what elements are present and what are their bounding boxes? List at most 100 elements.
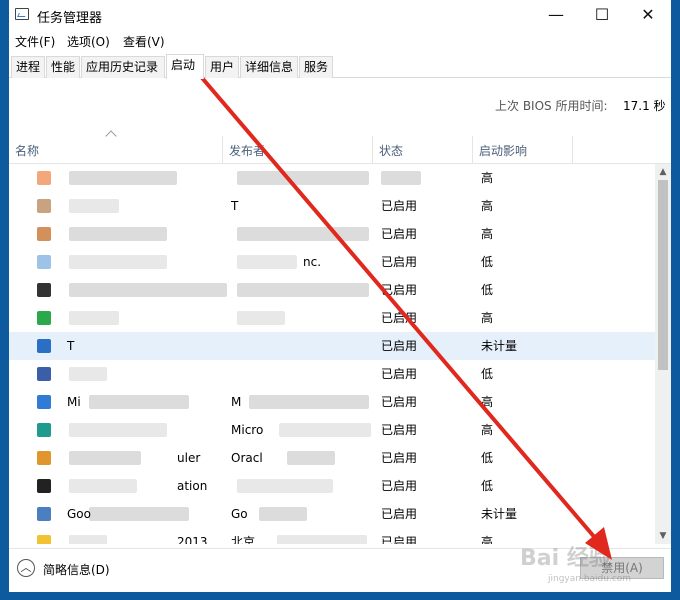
- cell-publisher: Micro: [231, 423, 264, 437]
- scroll-down-icon[interactable]: ▼: [655, 528, 671, 544]
- redacted-text: [69, 283, 227, 297]
- column-header-status[interactable]: 状态: [373, 136, 473, 163]
- chevron-up-icon[interactable]: ︿: [17, 559, 35, 577]
- redacted-text: [69, 199, 119, 213]
- tab-details[interactable]: 详细信息: [240, 56, 298, 78]
- column-header-row: 名称 发布者 状态 启动影响: [9, 136, 671, 164]
- app-icon: [37, 171, 51, 185]
- maximize-button[interactable]: ☐: [579, 0, 625, 30]
- app-icon: [37, 535, 51, 544]
- bios-time-value: 17.1 秒: [623, 99, 666, 113]
- app-icon: [37, 423, 51, 437]
- redacted-text: [69, 535, 107, 544]
- column-header-publisher[interactable]: 发布者: [223, 136, 373, 163]
- table-row[interactable]: uler Oracl 已启用 低: [9, 444, 655, 472]
- cell-publisher: nc.: [303, 255, 322, 269]
- redacted-text: [287, 451, 335, 465]
- redacted-text: [69, 255, 167, 269]
- table-row[interactable]: Goo Go 已启用 未计量: [9, 500, 655, 528]
- table-row[interactable]: 已启用 高: [9, 304, 655, 332]
- tab-processes[interactable]: 进程: [11, 56, 45, 78]
- tab-users[interactable]: 用户: [205, 56, 239, 78]
- cell-impact: 低: [481, 451, 494, 465]
- redacted-text: [237, 171, 369, 185]
- app-icon: [37, 255, 51, 269]
- app-icon: [37, 479, 51, 493]
- cell-status: 已启用: [381, 367, 418, 381]
- task-manager-icon: [15, 8, 29, 20]
- cell-impact: 高: [481, 171, 494, 185]
- redacted-text: [89, 395, 189, 409]
- fewer-details-link[interactable]: 简略信息(D): [43, 561, 110, 578]
- menu-options[interactable]: 选项(O): [67, 33, 110, 50]
- cell-publisher: 北京: [231, 535, 256, 544]
- redacted-text: [69, 423, 167, 437]
- cell-status: 已启用: [381, 535, 418, 544]
- scroll-up-icon[interactable]: ▲: [655, 164, 671, 180]
- redacted-text: [89, 507, 189, 521]
- tab-services[interactable]: 服务: [299, 56, 333, 78]
- redacted-text: [237, 255, 297, 269]
- minimize-button[interactable]: —: [533, 0, 579, 30]
- close-button[interactable]: ✕: [625, 0, 671, 30]
- cell-status: 已启用: [381, 255, 418, 269]
- cell-name: Mi: [67, 395, 81, 409]
- table-row[interactable]: 已启用 低: [9, 276, 655, 304]
- table-row[interactable]: T 已启用 未计量: [9, 332, 655, 360]
- tab-app-history[interactable]: 应用历史记录: [81, 56, 165, 78]
- app-icon: [37, 507, 51, 521]
- table-row[interactable]: 高: [9, 164, 655, 192]
- table-row[interactable]: ation 已启用 低: [9, 472, 655, 500]
- cell-impact: 高: [481, 395, 494, 409]
- cell-status: 已启用: [381, 199, 418, 213]
- tab-performance[interactable]: 性能: [46, 56, 80, 78]
- column-header-name[interactable]: 名称: [9, 136, 223, 163]
- cell-impact: 高: [481, 199, 494, 213]
- menu-bar: 文件(F) 选项(O) 查看(V): [9, 30, 671, 52]
- baidu-watermark-logo: Bai 经验: [520, 546, 611, 571]
- menu-file[interactable]: 文件(F): [15, 33, 55, 50]
- app-icon: [37, 367, 51, 381]
- cell-status: 已启用: [381, 339, 418, 353]
- cell-impact: 低: [481, 283, 494, 297]
- cell-status: 已启用: [381, 311, 418, 325]
- watermark-url: jingyan.baidu.com: [548, 574, 632, 584]
- cell-status: 已启用: [381, 507, 418, 521]
- redacted-text: [237, 479, 333, 493]
- cell-status: 已启用: [381, 423, 418, 437]
- tab-strip: 进程 性能 应用历史记录 启动 用户 详细信息 服务: [9, 54, 671, 79]
- redacted-text: [69, 311, 119, 325]
- cell-impact: 低: [481, 479, 494, 493]
- table-row[interactable]: nc. 已启用 低: [9, 248, 655, 276]
- app-icon: [37, 395, 51, 409]
- column-header-impact[interactable]: 启动影响: [473, 136, 573, 163]
- cell-status: 已启用: [381, 451, 418, 465]
- table-row[interactable]: 已启用 高: [9, 220, 655, 248]
- cell-impact: 未计量: [481, 507, 518, 521]
- table-row[interactable]: Mi M 已启用 高: [9, 388, 655, 416]
- cell-name: ation: [177, 479, 208, 493]
- cell-impact: 高: [481, 227, 494, 241]
- task-manager-window: 任务管理器 — ☐ ✕ 文件(F) 选项(O) 查看(V) 进程 性能 应用历史…: [9, 0, 671, 592]
- redacted-text: [249, 395, 369, 409]
- vertical-scrollbar[interactable]: ▲ ▼: [655, 164, 671, 544]
- table-row[interactable]: T 已启用 高: [9, 192, 655, 220]
- tab-startup[interactable]: 启动: [166, 54, 204, 79]
- cell-impact: 高: [481, 311, 494, 325]
- table-row[interactable]: 已启用 低: [9, 360, 655, 388]
- redacted-text: [69, 227, 167, 241]
- table-row[interactable]: Micro 已启用 高: [9, 416, 655, 444]
- cell-impact: 未计量: [481, 339, 518, 353]
- bios-time-label: 上次 BIOS 所用时间:: [495, 99, 608, 113]
- cell-publisher: Oracl: [231, 451, 263, 465]
- app-icon: [37, 311, 51, 325]
- cell-status: 已启用: [381, 227, 418, 241]
- app-icon: [37, 227, 51, 241]
- app-icon: [37, 451, 51, 465]
- cell-status: 已启用: [381, 479, 418, 493]
- app-icon: [37, 283, 51, 297]
- menu-view[interactable]: 查看(V): [123, 33, 165, 50]
- redacted-text: [69, 171, 177, 185]
- window-title: 任务管理器: [37, 11, 103, 26]
- scroll-thumb[interactable]: [658, 180, 668, 370]
